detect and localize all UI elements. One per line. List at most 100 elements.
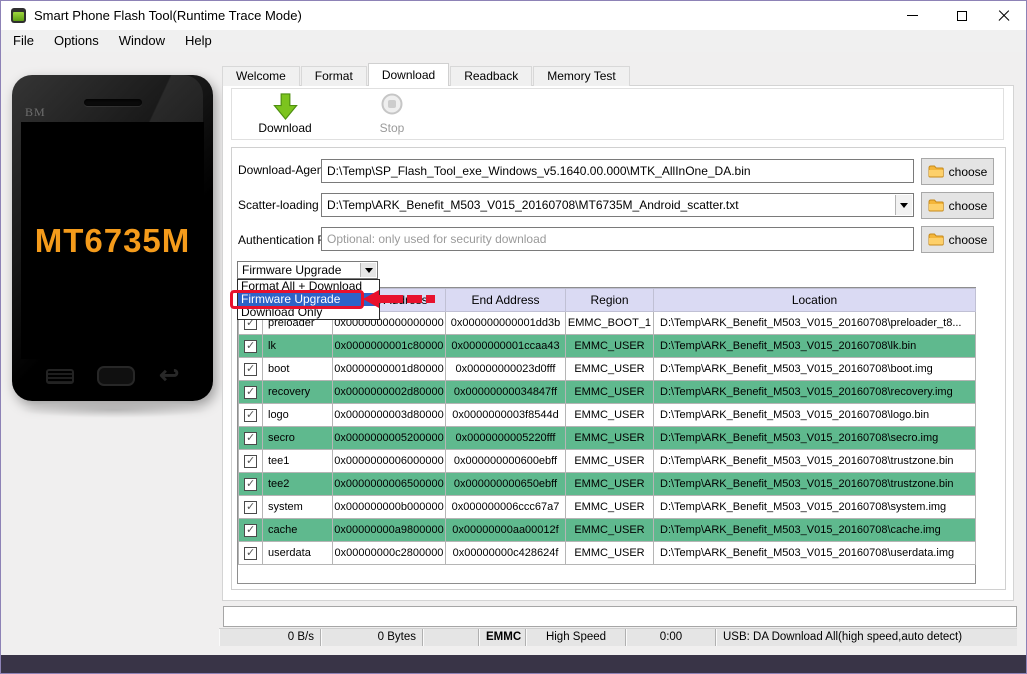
menu-item-window[interactable]: Window (109, 30, 175, 51)
region: EMMC_USER (565, 449, 654, 473)
table-row-lk[interactable]: lk0x0000000001c800000x0000000001ccaa43EM… (238, 334, 976, 358)
status-spare (423, 629, 479, 646)
begin-address: 0x0000000005200000 (332, 426, 446, 450)
row-checkbox[interactable] (244, 385, 257, 399)
window-title: Smart Phone Flash Tool(Runtime Trace Mod… (34, 8, 302, 23)
auth-choose-button[interactable]: choose (921, 226, 994, 253)
table-row-cache[interactable]: cache0x00000000a98000000x00000000aa00012… (238, 518, 976, 542)
client-area: BM MT6735M WelcomeFormatDownloadReadback… (1, 52, 1026, 655)
bottom-dark-band (0, 655, 1027, 674)
table-row-secro[interactable]: secro0x00000000052000000x0000000005220ff… (238, 426, 976, 450)
row-checkbox[interactable] (244, 408, 257, 422)
auth-file-input[interactable]: Optional: only used for security downloa… (321, 227, 914, 251)
folder-icon (928, 233, 944, 246)
scatter-choose-button[interactable]: choose (921, 192, 994, 219)
download-toolbar: Download Stop (231, 88, 1004, 140)
maximize-button[interactable] (939, 1, 985, 30)
phone-shadow (19, 402, 209, 418)
choose-button-label: choose (948, 198, 988, 213)
location: D:\Temp\ARK_Benefit_M503_V015_20160708\s… (653, 495, 976, 519)
stop-button[interactable]: Stop (360, 91, 424, 138)
row-checkbox[interactable] (244, 454, 257, 468)
download-agent-choose-button[interactable]: choose (921, 158, 994, 185)
close-icon (998, 10, 1010, 22)
region: EMMC_USER (565, 541, 654, 565)
location: D:\Temp\ARK_Benefit_M503_V015_20160708\p… (653, 311, 976, 335)
region: EMMC_USER (565, 495, 654, 519)
column-header-region: Region (565, 288, 654, 312)
row-checkbox[interactable] (244, 431, 257, 445)
location: D:\Temp\ARK_Benefit_M503_V015_20160708\t… (653, 472, 976, 496)
folder-icon (928, 165, 944, 178)
region: EMMC_BOOT_1 (565, 311, 654, 335)
tab-download[interactable]: Download (367, 63, 450, 86)
row-checkbox[interactable] (244, 362, 257, 376)
tab-bar: Welcome Format Download Readback Memory Test (222, 63, 631, 86)
minimize-button[interactable] (889, 1, 935, 30)
progress-bar (223, 606, 1017, 627)
download-agent-label: Download-Agent (238, 163, 327, 177)
region: EMMC_USER (565, 426, 654, 450)
status-bytes: 0 Bytes (321, 629, 423, 646)
menu-item-file[interactable]: File (3, 30, 44, 51)
download-agent-input[interactable]: D:\Temp\SP_Flash_Tool_exe_Windows_v5.164… (321, 159, 914, 183)
row-checkbox[interactable] (244, 477, 257, 491)
region: EMMC_USER (565, 334, 654, 358)
tab-readback[interactable]: Readback (450, 66, 533, 86)
tab-memory-test[interactable]: Memory Test (533, 66, 630, 86)
table-row-tee2[interactable]: tee20x00000000065000000x000000000650ebff… (238, 472, 976, 496)
menu-bar: File Options Window Help (1, 30, 1026, 52)
status-elapsed-time: 0:00 (626, 629, 716, 646)
end-address: 0x0000000003f8544d (445, 403, 566, 427)
begin-address: 0x000000000b000000 (332, 495, 446, 519)
partition-name: boot (262, 357, 333, 381)
row-checkbox[interactable] (244, 339, 257, 353)
menu-item-help[interactable]: Help (175, 30, 222, 51)
folder-icon (928, 199, 944, 212)
location: D:\Temp\ARK_Benefit_M503_V015_20160708\s… (653, 426, 976, 450)
table-row-userdata[interactable]: userdata0x00000000c28000000x00000000c428… (238, 541, 976, 565)
scatter-dropdown-button[interactable] (895, 195, 912, 215)
row-checkbox[interactable] (244, 546, 257, 560)
begin-address: 0x00000000a9800000 (332, 518, 446, 542)
close-button[interactable] (981, 1, 1027, 30)
partition-name: secro (262, 426, 333, 450)
phone-illustration: BM MT6735M (12, 75, 213, 401)
table-row-tee1[interactable]: tee10x00000000060000000x000000000600ebff… (238, 449, 976, 473)
download-mode-combobox[interactable]: Firmware Upgrade (237, 261, 378, 279)
annotation-red-box (230, 290, 364, 309)
tab-format[interactable]: Format (300, 66, 367, 86)
partition-name: recovery (262, 380, 333, 404)
region: EMMC_USER (565, 518, 654, 542)
minimize-icon (906, 15, 918, 16)
table-row-system[interactable]: system0x000000000b0000000x000000006ccc67… (238, 495, 976, 519)
partition-name: logo (262, 403, 333, 427)
end-address: 0x0000000005220fff (445, 426, 566, 450)
end-address: 0x000000000600ebff (445, 449, 566, 473)
download-button-label: Download (258, 121, 312, 135)
table-row-logo[interactable]: logo0x0000000003d800000x0000000003f8544d… (238, 403, 976, 427)
end-address: 0x000000000650ebff (445, 472, 566, 496)
end-address: 0x00000000034847ff (445, 380, 566, 404)
download-button[interactable]: Download (240, 91, 330, 138)
end-address: 0x00000000023d0fff (445, 357, 566, 381)
row-checkbox[interactable] (244, 523, 257, 537)
end-address: 0x000000006ccc67a7 (445, 495, 566, 519)
begin-address: 0x0000000006000000 (332, 449, 446, 473)
phone-nav-bar (12, 361, 213, 391)
mode-dropdown-button[interactable] (360, 263, 376, 277)
partition-name: system (262, 495, 333, 519)
menu-item-options[interactable]: Options (44, 30, 109, 51)
region: EMMC_USER (565, 472, 654, 496)
table-row-recovery[interactable]: recovery0x0000000002d800000x000000000348… (238, 380, 976, 404)
row-checkbox[interactable] (244, 500, 257, 514)
maximize-icon (957, 10, 967, 21)
status-link-speed: High Speed (526, 629, 626, 646)
end-address: 0x000000000001dd3b (445, 311, 566, 335)
scatter-file-combobox[interactable]: D:\Temp\ARK_Benefit_M503_V015_20160708\M… (321, 193, 914, 217)
tab-welcome[interactable]: Welcome (222, 66, 300, 86)
table-row-boot[interactable]: boot0x0000000001d800000x00000000023d0fff… (238, 357, 976, 381)
partition-name: lk (262, 334, 333, 358)
end-address: 0x0000000001ccaa43 (445, 334, 566, 358)
location: D:\Temp\ARK_Benefit_M503_V015_20160708\t… (653, 449, 976, 473)
